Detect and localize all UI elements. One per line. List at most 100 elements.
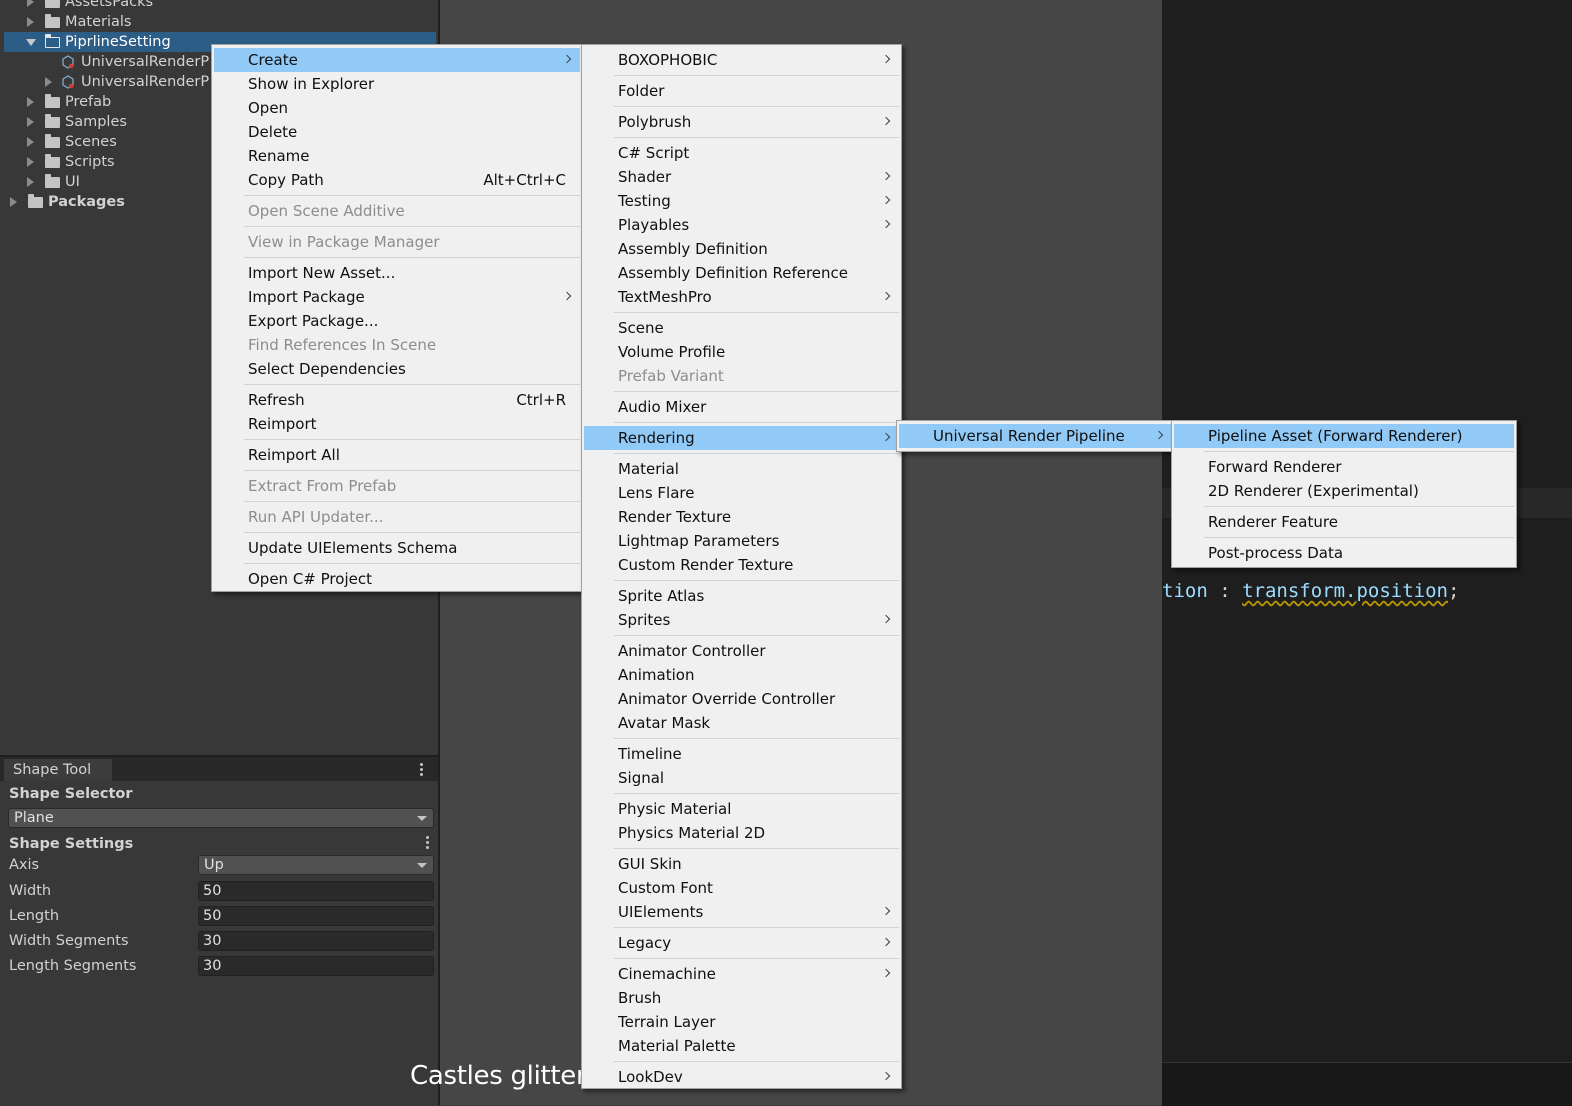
create-item-timeline[interactable]: Timeline	[584, 742, 899, 766]
expand-arrow-right-icon[interactable]	[27, 137, 34, 147]
create-item-rendering[interactable]: Rendering	[584, 426, 899, 450]
expand-arrow-right-icon[interactable]	[27, 177, 34, 187]
create-item-playables[interactable]: Playables	[584, 213, 899, 237]
context-item-delete[interactable]: Delete	[214, 120, 580, 144]
create-item-scene[interactable]: Scene	[584, 316, 899, 340]
menu-item-label: BOXOPHOBIC	[618, 51, 718, 69]
context-item-open-c-project[interactable]: Open C# Project	[214, 567, 580, 591]
menu-separator	[244, 384, 580, 385]
expand-arrow-right-icon[interactable]	[27, 117, 34, 127]
width-segments-field[interactable]: 30	[198, 931, 434, 951]
width-field[interactable]: 50	[198, 881, 434, 901]
folder-icon	[45, 14, 60, 28]
tree-item-assetspacks[interactable]: AssetsPacks	[0, 0, 438, 12]
expand-arrow-down-icon[interactable]	[26, 39, 36, 46]
code-line[interactable]: tion : transform.position;	[1162, 580, 1459, 602]
expand-arrow-right-icon[interactable]	[10, 197, 17, 207]
create-item-volume-profile[interactable]: Volume Profile	[584, 340, 899, 364]
create-item-folder[interactable]: Folder	[584, 79, 899, 103]
chevron-down-icon	[417, 816, 427, 821]
menu-separator	[244, 195, 580, 196]
tree-item-materials[interactable]: Materials	[0, 12, 438, 32]
tree-item-label: AssetsPacks	[65, 0, 154, 10]
expand-arrow-right-icon[interactable]	[45, 77, 52, 87]
create-item-sprites[interactable]: Sprites	[584, 608, 899, 632]
shape-selector-dropdown[interactable]: Plane	[8, 808, 434, 828]
create-item-custom-render-texture[interactable]: Custom Render Texture	[584, 553, 899, 577]
create-item-lightmap-parameters[interactable]: Lightmap Parameters	[584, 529, 899, 553]
shape-settings-label: Shape Settings	[9, 836, 134, 852]
create-item-textmeshpro[interactable]: TextMeshPro	[584, 285, 899, 309]
menu-separator	[244, 532, 580, 533]
folder-icon	[45, 134, 60, 148]
context-item-import-package[interactable]: Import Package	[214, 285, 580, 309]
create-item-signal[interactable]: Signal	[584, 766, 899, 790]
menu-item-label: Open	[248, 99, 289, 117]
menu-item-label: Copy Path	[248, 171, 324, 189]
menu-separator	[614, 312, 899, 313]
create-item-legacy[interactable]: Legacy	[584, 931, 899, 955]
urp-item-forward-renderer[interactable]: Forward Renderer	[1174, 455, 1514, 479]
rendering-item-universal-render-pipeline[interactable]: Universal Render Pipeline	[899, 424, 1172, 448]
create-item-lookdev[interactable]: LookDev	[584, 1065, 899, 1089]
context-item-open[interactable]: Open	[214, 96, 580, 120]
create-item-terrain-layer[interactable]: Terrain Layer	[584, 1010, 899, 1034]
context-item-select-dependencies[interactable]: Select Dependencies	[214, 357, 580, 381]
urp-item-2d-renderer-experimental[interactable]: 2D Renderer (Experimental)	[1174, 479, 1514, 503]
folder-open-icon	[45, 34, 60, 48]
context-item-refresh[interactable]: Refresh Ctrl+R	[214, 388, 580, 412]
context-item-copy-path[interactable]: Copy Path Alt+Ctrl+C	[214, 168, 580, 192]
create-item-shader[interactable]: Shader	[584, 165, 899, 189]
create-item-brush[interactable]: Brush	[584, 986, 899, 1010]
create-item-testing[interactable]: Testing	[584, 189, 899, 213]
chevron-right-icon	[881, 937, 891, 947]
tab-shape-tool[interactable]: Shape Tool	[4, 759, 112, 781]
length-field[interactable]: 50	[198, 906, 434, 926]
menu-separator	[614, 1061, 899, 1062]
create-item-assembly-definition[interactable]: Assembly Definition	[584, 237, 899, 261]
create-item-uielements[interactable]: UIElements	[584, 900, 899, 924]
context-item-create[interactable]: Create	[214, 48, 580, 72]
urp-item-renderer-feature[interactable]: Renderer Feature	[1174, 510, 1514, 534]
create-item-c-script[interactable]: C# Script	[584, 141, 899, 165]
context-item-reimport[interactable]: Reimport	[214, 412, 580, 436]
context-item-update-uielements-schema[interactable]: Update UIElements Schema	[214, 536, 580, 560]
context-item-rename[interactable]: Rename	[214, 144, 580, 168]
create-item-audio-mixer[interactable]: Audio Mixer	[584, 395, 899, 419]
create-item-render-texture[interactable]: Render Texture	[584, 505, 899, 529]
create-item-avatar-mask[interactable]: Avatar Mask	[584, 711, 899, 735]
menu-separator	[1204, 506, 1514, 507]
create-item-animator-controller[interactable]: Animator Controller	[584, 639, 899, 663]
expand-arrow-right-icon[interactable]	[27, 97, 34, 107]
axis-dropdown[interactable]: Up	[198, 855, 434, 875]
urp-submenu: Pipeline Asset (Forward Renderer) Forward…	[1171, 420, 1517, 568]
settings-menu-icon[interactable]	[426, 836, 430, 851]
length-segments-field[interactable]: 30	[198, 956, 434, 976]
urp-item-pipeline-asset-forward-renderer[interactable]: Pipeline Asset (Forward Renderer)	[1174, 424, 1514, 448]
urp-item-post-process-data[interactable]: Post-process Data	[1174, 541, 1514, 565]
context-item-reimport-all[interactable]: Reimport All	[214, 443, 580, 467]
folder-icon	[45, 0, 60, 8]
create-item-sprite-atlas[interactable]: Sprite Atlas	[584, 584, 899, 608]
create-item-cinemachine[interactable]: Cinemachine	[584, 962, 899, 986]
create-item-material-palette[interactable]: Material Palette	[584, 1034, 899, 1058]
expand-arrow-right-icon[interactable]	[27, 0, 34, 7]
create-item-physics-material-2d[interactable]: Physics Material 2D	[584, 821, 899, 845]
create-item-animator-override-controller[interactable]: Animator Override Controller	[584, 687, 899, 711]
create-item-polybrush[interactable]: Polybrush	[584, 110, 899, 134]
context-item-import-new-asset[interactable]: Import New Asset...	[214, 261, 580, 285]
context-item-export-package[interactable]: Export Package...	[214, 309, 580, 333]
expand-arrow-right-icon[interactable]	[27, 157, 34, 167]
create-item-material[interactable]: Material	[584, 457, 899, 481]
expand-arrow-right-icon[interactable]	[27, 17, 34, 27]
create-item-physic-material[interactable]: Physic Material	[584, 797, 899, 821]
create-item-custom-font[interactable]: Custom Font	[584, 876, 899, 900]
create-item-gui-skin[interactable]: GUI Skin	[584, 852, 899, 876]
create-item-lens-flare[interactable]: Lens Flare	[584, 481, 899, 505]
menu-item-label: Open Scene Additive	[248, 202, 405, 220]
create-item-animation[interactable]: Animation	[584, 663, 899, 687]
create-item-boxophobic[interactable]: BOXOPHOBIC	[584, 48, 899, 72]
panel-menu-icon[interactable]	[420, 763, 424, 778]
context-item-show-in-explorer[interactable]: Show in Explorer	[214, 72, 580, 96]
create-item-assembly-definition-reference[interactable]: Assembly Definition Reference	[584, 261, 899, 285]
